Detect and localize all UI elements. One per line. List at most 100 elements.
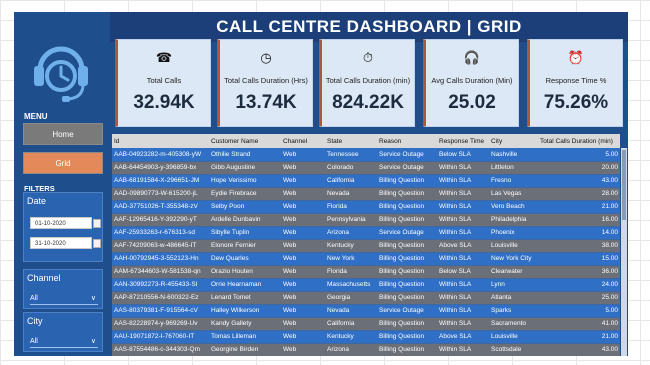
table-cell: Selby Poon — [209, 200, 281, 214]
calendar-icon[interactable] — [93, 239, 101, 248]
column-header-id[interactable]: Id — [112, 134, 209, 148]
column-header-total-duration[interactable]: Total Calls Duration (min) — [538, 134, 620, 148]
column-header-channel[interactable]: Channel — [281, 134, 325, 148]
table-cell: Below SLA — [437, 148, 489, 162]
table-cell: 5.00 — [538, 148, 620, 162]
table-row[interactable]: AAB-04923282-m-405308-yW Othilie Strand We… — [112, 148, 620, 162]
city-filter-label: City — [27, 316, 43, 326]
channel-select[interactable]: All ∨ — [30, 292, 98, 305]
table-cell: 24.00 — [538, 278, 620, 292]
date-filter-label: Date — [27, 196, 47, 206]
column-header-response-time[interactable]: Response Time — [437, 134, 489, 148]
table-cell: New York City — [489, 252, 538, 266]
table-cell: AAB-68191584-X-296651-JM — [112, 174, 209, 188]
table-row[interactable]: AAM-67344603-W-581538-qn Orazio Houten Web… — [112, 265, 620, 279]
menu-label: MENU — [24, 112, 48, 121]
table-row[interactable]: AAF-25933263-r-676313-sd Sibylle Tuplin We… — [112, 226, 620, 240]
table-cell: Billing Question — [377, 213, 437, 227]
table-cell: New York — [325, 252, 377, 266]
table-cell: Within SLA — [437, 343, 489, 356]
table-row[interactable]: AAH-00792945-3-552123-Hn Dew Quarles Web Ne… — [112, 252, 620, 266]
table-cell: Billing Question — [377, 265, 437, 279]
table-cell: Within SLA — [437, 304, 489, 318]
date-from-input[interactable]: 01-10-2020 — [30, 217, 101, 229]
table-row[interactable]: AAB-68191584-X-296651-JM Hope Verissimo We… — [112, 174, 620, 188]
table-cell: Billing Question — [377, 343, 437, 356]
date-filter: Date 01-10-2020 31-10-2020 — [23, 192, 103, 262]
table-cell: Billing Question — [377, 330, 437, 344]
table-cell: Web — [281, 304, 325, 318]
table-cell: AAS-87554486-c-344303-Qm — [112, 343, 209, 356]
column-header-city[interactable]: City — [489, 134, 538, 148]
column-header-state[interactable]: State — [325, 134, 377, 148]
table-cell: Web — [281, 343, 325, 356]
table-row[interactable]: AAF-12965416-Y-392290-yT Ardelle Dunbavin… — [112, 213, 620, 227]
table-row[interactable]: AAU-19071872-I-767060-IT Tomas Lilleman We… — [112, 330, 620, 344]
table-row[interactable]: AAN-30992273-R-455433-SI Orrie Hearnaman W… — [112, 278, 620, 292]
table-cell: 36.00 — [538, 265, 620, 279]
table-cell: Web — [281, 161, 325, 175]
table-cell: 14.00 — [538, 226, 620, 240]
table-cell: Gibb Augustine — [209, 161, 281, 175]
table-cell: Within SLA — [437, 187, 489, 201]
grid-button[interactable]: Grid — [23, 152, 103, 174]
city-filter: City All ∨ — [23, 312, 103, 352]
column-header-customer-name[interactable]: Customer Name — [209, 134, 281, 148]
table-cell: Billing Question — [377, 174, 437, 188]
table-cell: Philadelphia — [489, 213, 538, 227]
table-cell: Vero Beach — [489, 200, 538, 214]
table-cell: Web — [281, 265, 325, 279]
table-cell: Kentucky — [325, 239, 377, 253]
table-cell: Fresno — [489, 174, 538, 188]
table-cell: Above SLA — [437, 330, 489, 344]
channel-filter-label: Channel — [27, 273, 61, 283]
city-select[interactable]: All ∨ — [30, 335, 98, 348]
table-cell: Nevada — [325, 304, 377, 318]
table-cell: Nevada — [325, 187, 377, 201]
table-cell: AAH-00792945-3-552123-Hn — [112, 252, 209, 266]
table-cell: Billing Question — [377, 200, 437, 214]
table-cell: Web — [281, 252, 325, 266]
table-cell: AAU-19071872-I-767060-IT — [112, 330, 209, 344]
kpi-value: 13.74K — [235, 92, 297, 113]
table-cell: 25.00 — [538, 291, 620, 305]
chevron-down-icon[interactable]: ∨ — [91, 292, 96, 305]
headset-icon: 🎧 — [463, 50, 481, 65]
table-cell: Billing Question — [377, 278, 437, 292]
table-row[interactable]: AAP-87210556-N-600322-Ez Lenard Tomet Web G… — [112, 291, 620, 305]
table-cell: Web — [281, 291, 325, 305]
table-cell: Dew Quarles — [209, 252, 281, 266]
kpi-label: Total Calls Duration (min) — [325, 76, 411, 85]
table-cell: 15.00 — [538, 252, 620, 266]
table-cell: Sparks — [489, 304, 538, 318]
table-cell: Arizona — [325, 226, 377, 240]
table-cell: Massachusetts — [325, 278, 377, 292]
table-cell: California — [325, 317, 377, 331]
table-row[interactable]: AAF-74209063-w-486645-IT Elonore Fernier W… — [112, 239, 620, 253]
table-row[interactable]: AAD-37751026-T-355348-zV Selby Poon Web Flo… — [112, 200, 620, 214]
column-header-reason[interactable]: Reason — [377, 134, 437, 148]
table-scrollbar[interactable] — [621, 148, 627, 356]
table-row[interactable]: AAB-64454903-y-396859-bx Gibb Augustine We… — [112, 161, 620, 175]
scrollbar-thumb[interactable] — [622, 150, 626, 220]
table-cell: Within SLA — [437, 161, 489, 175]
table-cell: AAF-74209063-w-486645-IT — [112, 239, 209, 253]
table-row[interactable]: AAS-80379381-F-915564-cV Halley Wilkerson… — [112, 304, 620, 318]
table-row[interactable]: AAD-09890773-W-615200-jL Eydie Firebrace W… — [112, 187, 620, 201]
table-row[interactable]: AAS-87554486-c-344303-Qm Georgine Birden W… — [112, 343, 620, 356]
home-button[interactable]: Home — [23, 123, 103, 145]
kpi-total-calls: ☎ Total Calls 32.94K — [115, 39, 211, 127]
headset-logo-icon — [34, 46, 88, 102]
table-cell: Orrie Hearnaman — [209, 278, 281, 292]
calendar-icon[interactable] — [93, 219, 101, 228]
table-cell: Service Outage — [377, 161, 437, 175]
table-cell: Sibylle Tuplin — [209, 226, 281, 240]
table-cell: Web — [281, 226, 325, 240]
date-to-input[interactable]: 31-10-2020 — [30, 237, 101, 249]
chevron-down-icon[interactable]: ∨ — [91, 335, 96, 348]
table-row[interactable]: AAS-82228974-y-969269-Uv Kandy Gallety Web… — [112, 317, 620, 331]
table-cell: Ardelle Dunbavin — [209, 213, 281, 227]
table-cell: 41.00 — [538, 317, 620, 331]
kpi-value: 824.22K — [332, 92, 404, 113]
kpi-label: Total Calls Duration (Hrs) — [224, 76, 308, 85]
